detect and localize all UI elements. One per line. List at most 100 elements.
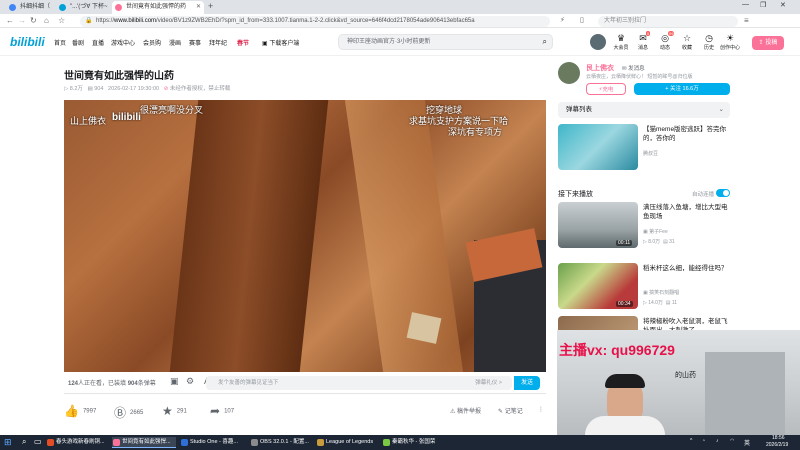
send-message-link[interactable]: ✉ 发消息 (622, 64, 645, 72)
follow-button[interactable]: + 关注 16.6万 (634, 83, 730, 95)
share-button[interactable]: ➦ 107 (210, 404, 234, 418)
streamer-contact-text: 主播vx: qu996729 (559, 342, 675, 358)
more-button[interactable]: ⋮ (538, 406, 544, 413)
coin-button[interactable]: Ⓑ 2665 (114, 404, 143, 421)
ad-author: 腾叔豆 (643, 151, 659, 157)
close-window-button[interactable]: ✕ (780, 1, 786, 9)
charge-button[interactable]: ⚡充电 (586, 83, 626, 95)
nav-item-download[interactable]: ▣ 下载客户端 (262, 38, 299, 47)
back-icon[interactable]: ← (6, 16, 14, 25)
video-player[interactable]: 很漂亮啊没分叉 挖穿地球 求基坑支护方案说一下哈 深坑有专项方 山上佛衣 bil… (64, 100, 546, 372)
close-tab-icon[interactable]: ✕ (196, 1, 201, 14)
browser-tab[interactable]: 抖细抖细（ (6, 1, 62, 14)
taskbar-app[interactable]: 秦霸秋华 - 张国荣 (382, 437, 444, 448)
favorite-button[interactable]: ★ 291 (162, 404, 187, 418)
uploader-avatar[interactable] (558, 62, 580, 84)
tab-favicon-icon (9, 4, 16, 11)
nav-item-shop[interactable]: 会员购 (143, 38, 161, 47)
network-icon[interactable]: ◔ (702, 438, 705, 444)
danmaku-overlay: 很漂亮啊没分叉 (140, 105, 204, 115)
nav-item-esports[interactable]: 赛事 (189, 38, 201, 47)
danmaku-overlay: 深坑有专项方 (448, 127, 503, 137)
app-icon (47, 439, 54, 446)
taskbar: ⊞ ⌕ ▭ 春头游戏新春刷铜... 世间竟有如此强悍... Studio One… (0, 435, 800, 450)
send-danmaku-button[interactable]: 发送 (514, 376, 540, 390)
danmaku-list-panel[interactable]: 弹幕列表 ⌄ (558, 102, 730, 118)
browser-tab[interactable]: "...'(づ∀ 下杯~ (56, 1, 114, 14)
bilibili-watermark: bilibili (112, 112, 141, 123)
nav-item-manga[interactable]: 漫画 (169, 38, 181, 47)
tab-favicon-icon (115, 4, 122, 11)
taskbar-app[interactable]: Studio One - 喜趣... (180, 437, 246, 448)
split-view-icon[interactable]: ▯ (580, 16, 584, 24)
sidebar-partial-title: 的山药 (675, 372, 696, 379)
note-icon: ✎ (498, 409, 505, 415)
clock-time[interactable]: 18:56 (772, 435, 785, 441)
browser-search-input[interactable]: 大年初三别拉门 (598, 16, 738, 27)
windows-start-icon[interactable]: ⊞ (4, 437, 12, 448)
list-item[interactable]: 00:34 稻米杆这么细，能经得住吗？ ▣ 搞笑石刻翻唱 ▷ 14.0万 ▤ 1… (558, 263, 733, 311)
new-tab-button[interactable]: + (208, 1, 213, 11)
nav-item-new-year[interactable]: 拜年纪 (209, 38, 227, 47)
wifi-icon[interactable]: ◠ (730, 438, 734, 444)
background-door (705, 352, 785, 435)
nav-item-live[interactable]: 直播 (92, 38, 104, 47)
search-icon[interactable]: ⌕ (22, 437, 26, 447)
creator-center-button[interactable]: ☀ 创作中心 (716, 33, 744, 51)
report-button[interactable]: ⚠ 稿件举报 (450, 406, 481, 415)
forward-icon[interactable]: → (18, 16, 26, 25)
clock-date[interactable]: 2026/2/19 (766, 442, 788, 448)
star-icon: ☆ (682, 33, 692, 43)
messages-button[interactable]: ✉ 消息 5 (632, 31, 654, 51)
ad-card[interactable]: 【猫meme版密逃跃】答完你的，答你的 腾叔豆 (558, 124, 733, 172)
video-title: 世间竟有如此强悍的山药 (64, 71, 174, 82)
like-button[interactable]: 👍 7997 (64, 404, 96, 418)
taskbar-app-active[interactable]: 世间竟有如此强悍... (112, 437, 176, 448)
search-icon[interactable]: ⌕ (543, 35, 547, 49)
danmaku-toggle-icon[interactable]: ▣ (170, 376, 179, 387)
bilibili-logo[interactable]: bilibili (10, 35, 45, 49)
nav-item-games[interactable]: 游戏中心 (111, 38, 135, 47)
danmaku-settings-icon[interactable]: ⚙ (186, 376, 194, 387)
dynamics-button[interactable]: ◎ 动态 99 (654, 31, 676, 51)
taskbar-app[interactable]: OBS 32.0.1 - 配置... (250, 437, 314, 448)
nav-item-home[interactable]: 首页 (54, 38, 66, 47)
list-item[interactable]: 00:11 满压线落入鱼塘，增比大型电鱼现场 ▣ 第子Fee ▷ 8.0万 ▤ … (558, 202, 733, 250)
uploader-name[interactable]: 艮上佛衣 (586, 63, 614, 73)
bookmark-icon[interactable]: ☆ (58, 16, 65, 25)
volume-icon[interactable]: ♪ (716, 438, 719, 444)
reload-icon[interactable]: ↻ (30, 16, 37, 25)
site-search-input[interactable]: 神印王座动画官方·3小时前更新 ⌕ (338, 34, 553, 50)
url-field[interactable]: 🔒 https://www.bilibili.com/video/BV1z9ZW… (80, 16, 550, 27)
video-card-author: ▣ 搞笑石刻翻唱 (643, 290, 680, 296)
menu-icon[interactable]: ≡ (744, 16, 749, 25)
avatar[interactable] (590, 34, 606, 50)
up-next-heading: 接下来播放 (558, 191, 593, 198)
video-card-stats: ▷ 14.0万 ▤ 11 (643, 300, 678, 306)
input-language[interactable]: 英 (744, 438, 750, 447)
notes-button[interactable]: ✎ 记笔记 (498, 406, 523, 415)
danmaku-input[interactable]: 发个友善的弹幕见证当下 弹幕礼仪 > (206, 376, 512, 390)
nav-item-festival[interactable]: 春节 (237, 38, 249, 47)
task-view-icon[interactable]: ▭ (34, 437, 42, 446)
danmaku-etiquette-link[interactable]: 弹幕礼仪 > (475, 376, 502, 390)
trench-wall (344, 100, 464, 372)
maximize-button[interactable]: ❐ (760, 1, 766, 9)
site-header: bilibili 首页 番剧 直播 游戏中心 会员购 漫画 赛事 拜年纪 春节 … (0, 28, 800, 56)
autoplay-toggle[interactable] (716, 189, 730, 197)
trench-shadow (169, 100, 329, 372)
taskbar-app[interactable]: 春头游戏新春刷铜... (46, 437, 108, 448)
vip-button[interactable]: ♛ 大会员 (610, 33, 632, 51)
upload-button[interactable]: ⇪ 投稿 (752, 36, 784, 50)
bulb-icon: ☀ (725, 33, 735, 43)
favorites-button[interactable]: ☆ 收藏 (676, 33, 698, 51)
browser-tab-active[interactable]: 世间竟有如此强悍的药 ✕ (112, 1, 204, 14)
taskbar-app[interactable]: League of Legends (316, 437, 378, 448)
extension-icon[interactable]: ⚡ (560, 16, 565, 24)
secure-lock-icon: 🔒 (85, 18, 93, 24)
home-icon[interactable]: ⌂ (44, 16, 49, 25)
nav-item-anime[interactable]: 番剧 (72, 38, 84, 47)
minimize-button[interactable]: — (742, 1, 749, 8)
tray-chevron-icon[interactable]: ^ (690, 438, 692, 444)
autoplay-label: 自动连播 (692, 192, 715, 198)
